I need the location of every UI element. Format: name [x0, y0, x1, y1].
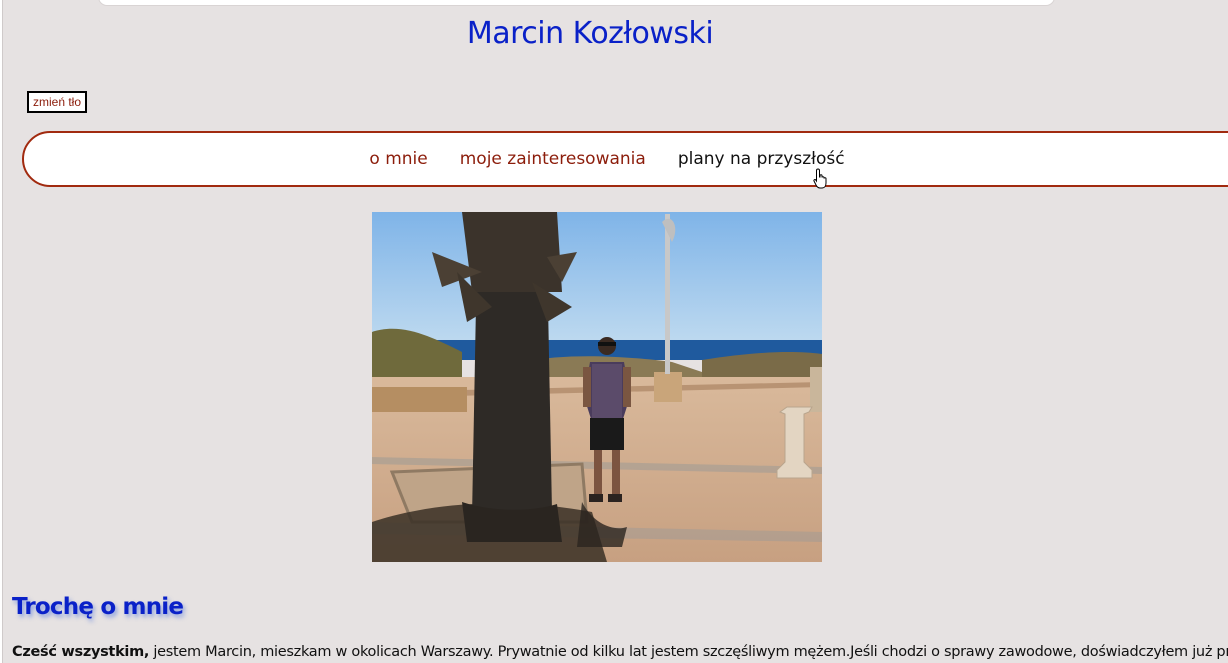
intro-paragraph: Cześć wszystkim, jestem Marcin, mieszkam… [12, 644, 1228, 660]
nav-link-about-me[interactable]: o mnie [369, 149, 427, 169]
section-heading-about: Trochę o mnie [12, 594, 184, 620]
intro-text: jestem Marcin, mieszkam w okolicach Wars… [149, 644, 1228, 660]
nav-link-future-plans[interactable]: plany na przyszłość [678, 149, 845, 169]
profile-photo [372, 212, 822, 562]
intro-greeting: Cześć wszystkim, [12, 644, 150, 660]
hand-cursor-icon [813, 168, 827, 189]
top-bar-edge [98, 0, 1055, 6]
page-frame: Marcin Kozłowski zmień tło o mnie moje z… [2, 0, 1228, 663]
nav-link-interests[interactable]: moje zainteresowania [460, 149, 646, 169]
site-title: Marcin Kozłowski [466, 16, 714, 51]
change-background-button[interactable]: zmień tło [27, 91, 88, 113]
nav-items: o mnie moje zainteresowania plany na prz… [24, 133, 1190, 185]
main-navigation: o mnie moje zainteresowania plany na prz… [22, 131, 1228, 187]
